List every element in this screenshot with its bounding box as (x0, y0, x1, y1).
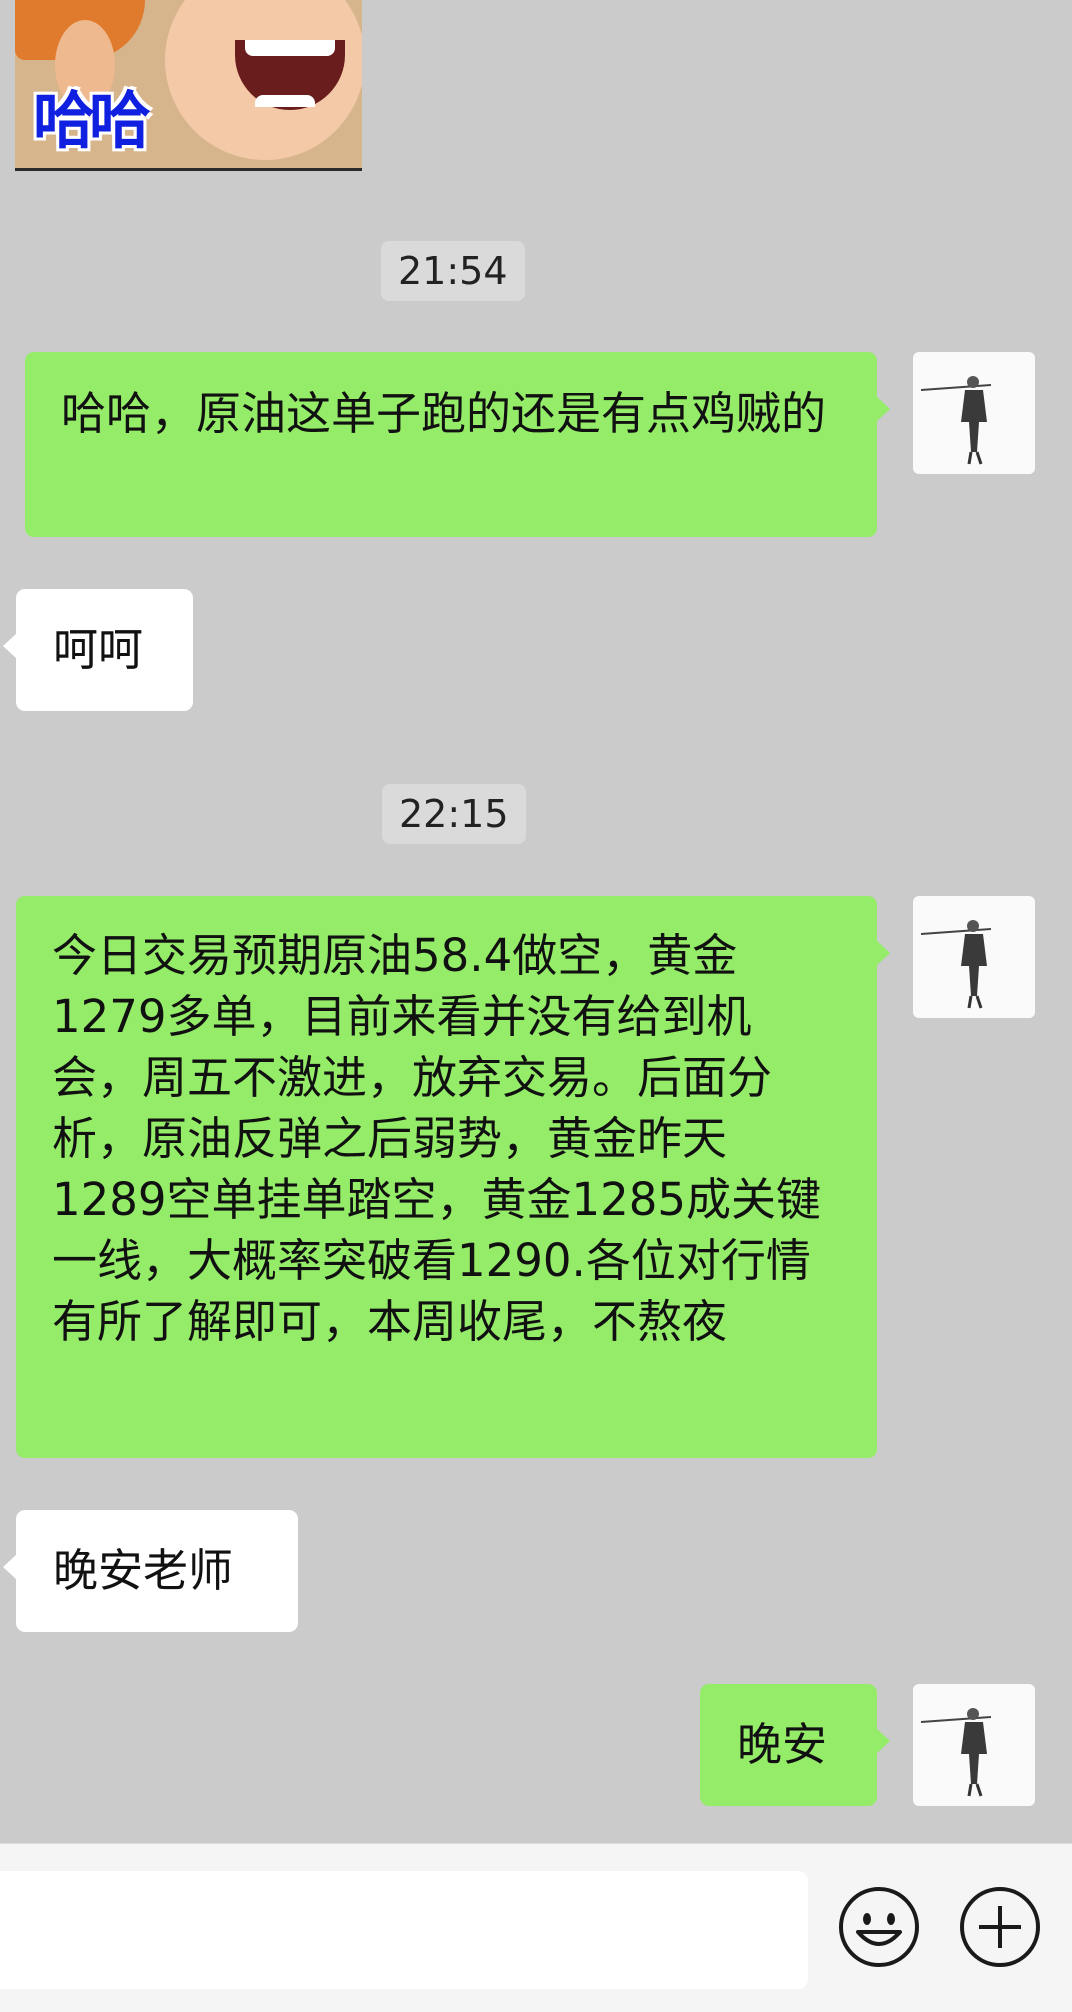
monk-figure-icon (920, 920, 992, 1009)
add-button[interactable] (959, 1886, 1041, 1968)
user-avatar[interactable] (913, 1684, 1035, 1806)
emoji-button[interactable] (838, 1886, 920, 1968)
user-avatar[interactable] (913, 896, 1035, 1018)
timestamp: 22:15 (382, 784, 526, 844)
message-input[interactable] (0, 1871, 808, 1989)
sticker-lower-teeth (255, 95, 315, 107)
sent-message-bubble[interactable]: 今日交易预期原油58.4做空，黄金1279多单，目前来看并没有给到机会，周五不激… (16, 896, 890, 1458)
received-message-bubble[interactable]: 呵呵 (3, 589, 193, 711)
monk-figure-icon (920, 1708, 992, 1797)
sent-message-bubble[interactable]: 哈哈，原油这单子跑的还是有点鸡贼的 (25, 352, 890, 537)
sticker-caption: 哈哈 (33, 84, 151, 157)
received-message-bubble[interactable]: 晚安老师 (3, 1510, 298, 1632)
user-avatar[interactable] (913, 352, 1035, 474)
input-bar (0, 1843, 1072, 2012)
plus-circle-icon (960, 1887, 1040, 1967)
sticker-image[interactable]: 哈哈 (15, 0, 362, 171)
chat-area[interactable]: 哈哈 21:54 哈哈，原油这单子跑的还是有点鸡贼的 呵呵 22:15 今日交易… (0, 0, 1072, 1843)
smiley-face-icon (839, 1887, 919, 1967)
monk-figure-icon (920, 376, 992, 465)
timestamp: 21:54 (381, 241, 525, 301)
sent-message-bubble[interactable]: 晚安 (700, 1684, 890, 1806)
sticker-teeth (245, 40, 335, 56)
